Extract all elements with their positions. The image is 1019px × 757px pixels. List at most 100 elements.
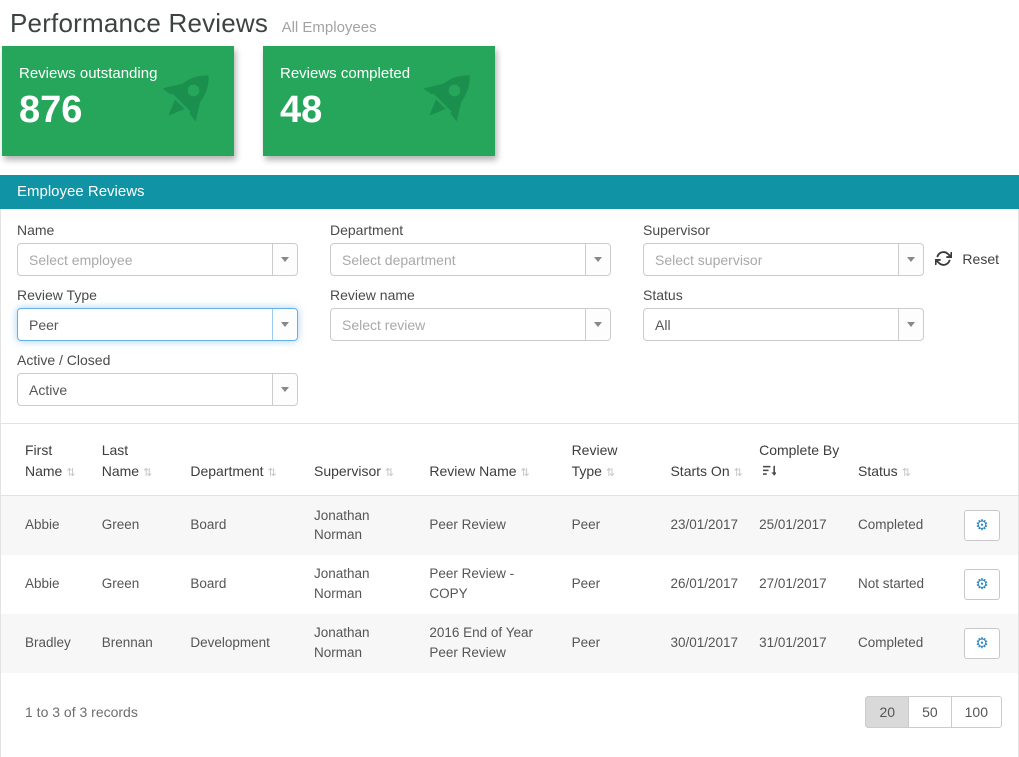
col-header-supervisor[interactable]: Supervisor ⇅ xyxy=(305,424,422,496)
col-header-department[interactable]: Department ⇅ xyxy=(182,424,306,496)
page-title: Performance Reviews xyxy=(10,8,269,38)
cell-first-name: Abbie xyxy=(25,576,60,592)
filter-name: Name Select employee xyxy=(17,222,298,276)
sort-icon: ⇅ xyxy=(66,467,76,479)
row-actions-cell: ⚙ xyxy=(945,496,1018,555)
col-header-first-name[interactable]: First Name ⇅ xyxy=(1,424,94,496)
filter-status-label: Status xyxy=(643,287,683,303)
cell-review-name: 2016 End of Year Peer Review xyxy=(429,625,533,660)
cell-review-name: Peer Review xyxy=(429,517,506,533)
cell-review-type: Peer xyxy=(571,517,601,533)
cell-review-type: Peer xyxy=(571,635,601,651)
filter-supervisor: Supervisor Select supervisor xyxy=(643,222,924,276)
table-row: Bradley Brennan Development Jonathan Nor… xyxy=(1,613,1018,673)
filter-active-closed-label: Active / Closed xyxy=(17,352,111,368)
cell-department: Board xyxy=(190,517,227,533)
table-footer: 1 to 3 of 3 records 20 50 100 xyxy=(1,673,1018,757)
stat-card-label: Reviews completed xyxy=(280,65,411,82)
filter-review-type-label: Review Type xyxy=(17,287,97,303)
status-select[interactable]: All xyxy=(643,308,924,341)
records-count: 1 to 3 of 3 records xyxy=(25,703,138,720)
cell-complete-by: 31/01/2017 xyxy=(759,635,827,651)
cell-starts-on: 23/01/2017 xyxy=(670,517,739,533)
page-size-20-button[interactable]: 20 xyxy=(865,695,910,728)
cell-first-name: Bradley xyxy=(25,635,71,651)
filter-review-name-label: Review name xyxy=(330,287,415,303)
chevron-down-icon xyxy=(898,244,923,275)
filter-review-name: Review name Select review xyxy=(330,287,611,341)
status-select-value: All xyxy=(655,316,671,333)
employee-reviews-panel: Employee Reviews Name Select employee De… xyxy=(0,175,1019,757)
chevron-down-icon xyxy=(272,309,297,340)
page: Performance Reviews All Employees Review… xyxy=(0,0,1019,757)
cell-supervisor: Jonathan Norman xyxy=(313,566,370,601)
cell-status: Completed xyxy=(857,635,924,651)
stat-card-label: Reviews outstanding xyxy=(19,65,158,82)
row-settings-button[interactable]: ⚙ xyxy=(964,509,1000,541)
cell-complete-by: 27/01/2017 xyxy=(759,576,827,592)
sort-icon: ⇅ xyxy=(605,467,616,479)
cell-status: Completed xyxy=(857,517,924,533)
sort-icon: ⇅ xyxy=(901,467,911,479)
page-size-50-button[interactable]: 50 xyxy=(908,695,952,728)
active-closed-select-value: Active xyxy=(29,381,68,398)
filter-name-label: Name xyxy=(17,222,55,238)
filter-supervisor-label: Supervisor xyxy=(643,222,710,238)
review-name-select[interactable]: Select review xyxy=(330,308,611,341)
review-type-select-value: Peer xyxy=(29,316,59,333)
chevron-down-icon xyxy=(898,309,923,340)
chevron-down-icon xyxy=(272,244,297,275)
col-header-review-name[interactable]: Review Name ⇅ xyxy=(421,424,564,496)
col-header-actions xyxy=(944,424,1018,496)
gear-icon: ⚙ xyxy=(975,517,989,535)
stat-card-value: 48 xyxy=(280,89,323,131)
reset-label: Reset xyxy=(962,250,999,267)
department-select-value: Select department xyxy=(342,251,456,268)
row-settings-button[interactable]: ⚙ xyxy=(964,627,1000,659)
row-actions-cell: ⚙ xyxy=(945,555,1018,614)
cell-review-type: Peer xyxy=(571,576,601,592)
sort-icon: ⇅ xyxy=(143,467,153,479)
employee-select[interactable]: Select employee xyxy=(17,243,298,276)
cell-last-name: Green xyxy=(101,576,140,592)
row-actions-cell: ⚙ xyxy=(945,614,1018,673)
row-settings-button[interactable]: ⚙ xyxy=(964,568,1000,600)
page-size-100-button[interactable]: 100 xyxy=(950,695,1002,728)
filter-status: Status All xyxy=(643,287,924,341)
cell-status: Not started xyxy=(857,576,925,592)
filters-section: Name Select employee Department Select d… xyxy=(1,209,1018,424)
refresh-icon xyxy=(935,251,953,266)
sort-icon: ⇅ xyxy=(733,467,743,479)
active-closed-select[interactable]: Active xyxy=(17,373,298,406)
cell-complete-by: 25/01/2017 xyxy=(759,517,827,533)
panel-title: Employee Reviews xyxy=(0,175,1019,209)
table-row: Abbie Green Board Jonathan Norman Peer R… xyxy=(1,555,1018,614)
reset-button[interactable]: Reset xyxy=(935,242,999,275)
table-header-row: First Name ⇅ Last Name ⇅ Department ⇅ Super… xyxy=(1,424,1018,496)
gear-icon: ⚙ xyxy=(975,635,989,652)
cell-supervisor: Jonathan Norman xyxy=(313,507,370,543)
page-subtitle: All Employees xyxy=(281,19,377,36)
filter-department-label: Department xyxy=(330,222,404,238)
chevron-down-icon xyxy=(585,244,610,275)
stat-card-completed: Reviews completed 48 xyxy=(263,46,495,156)
department-select[interactable]: Select department xyxy=(330,243,611,276)
review-type-select[interactable]: Peer xyxy=(17,308,298,341)
col-header-last-name[interactable]: Last Name ⇅ xyxy=(93,424,183,496)
cell-starts-on: 30/01/2017 xyxy=(670,635,739,651)
filter-department: Department Select department xyxy=(330,222,611,276)
sort-desc-icon xyxy=(763,465,778,476)
col-header-status[interactable]: Status ⇅ xyxy=(849,424,945,496)
col-header-complete-by[interactable]: Complete By xyxy=(751,424,850,496)
sort-icon: ⇅ xyxy=(520,467,530,479)
cell-review-name: Peer Review - COPY xyxy=(429,566,515,601)
sort-icon: ⇅ xyxy=(384,467,395,479)
col-header-review-type[interactable]: Review Type ⇅ xyxy=(563,424,663,496)
filter-active-closed: Active / Closed Active xyxy=(17,352,298,406)
col-header-starts-on[interactable]: Starts On ⇅ xyxy=(662,424,752,496)
sort-icon: ⇅ xyxy=(267,467,277,479)
supervisor-select[interactable]: Select supervisor xyxy=(643,243,924,276)
cell-supervisor: Jonathan Norman xyxy=(313,625,370,660)
table-row: Abbie Green Board Jonathan Norman Peer R… xyxy=(1,495,1018,555)
page-header: Performance Reviews All Employees xyxy=(0,0,1019,39)
